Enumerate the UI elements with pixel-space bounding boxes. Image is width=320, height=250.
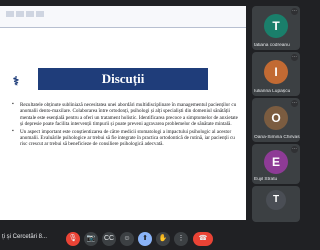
participant-name: Eujil Stratu bbox=[254, 177, 278, 182]
participants-panel: ⋯ T tatiana codreanu ⋯ I Iulianna Lupașc… bbox=[252, 0, 300, 228]
mic-off-button[interactable]: 🎙 bbox=[66, 232, 80, 246]
participant-tile[interactable]: ⋯ I Iulianna Lupașcu bbox=[252, 52, 300, 96]
participant-name: Oana-Simina Chirvas bbox=[254, 135, 300, 140]
slide: ⚕ Discuții Rezultatele obținute sublinia… bbox=[0, 6, 246, 220]
leave-call-button[interactable]: ☎ bbox=[193, 232, 213, 246]
mic-muted-icon: ⋯ bbox=[291, 8, 298, 15]
participant-name: tatiana codreanu bbox=[254, 43, 290, 48]
participant-tile[interactable]: T bbox=[252, 186, 300, 222]
university-logo-icon: ⚕ bbox=[12, 74, 20, 88]
meeting-title: ți și Cercetări 8... bbox=[2, 234, 48, 240]
raise-hand-button[interactable]: ✋ bbox=[156, 232, 170, 246]
participant-tile[interactable]: ⋯ E Eujil Stratu bbox=[252, 144, 300, 184]
mic-muted-icon: ⋯ bbox=[291, 54, 298, 61]
avatar: O bbox=[264, 106, 288, 130]
meet-window: ⚕ Discuții Rezultatele obținute sublinia… bbox=[0, 0, 300, 250]
slide-body: Rezultatele obținute subliniază necesita… bbox=[12, 102, 238, 149]
emoji-button[interactable]: ☺ bbox=[120, 232, 134, 246]
slide-heading: Discuții bbox=[38, 68, 208, 90]
participant-tile[interactable]: ⋯ O Oana-Simina Chirvas bbox=[252, 98, 300, 142]
avatar: T bbox=[264, 14, 288, 38]
avatar: E bbox=[264, 150, 288, 174]
camera-button[interactable]: 📷 bbox=[84, 232, 98, 246]
participant-tile[interactable]: ⋯ T tatiana codreanu bbox=[252, 6, 300, 50]
captions-button[interactable]: CC bbox=[102, 232, 116, 246]
avatar: T bbox=[266, 190, 286, 210]
mic-muted-icon: ⋯ bbox=[291, 146, 298, 153]
presentation-stage: ⚕ Discuții Rezultatele obținute sublinia… bbox=[0, 0, 252, 228]
more-options-button[interactable]: ⋮ bbox=[174, 232, 188, 246]
slide-bullet: Rezultatele obținute subliniază necesita… bbox=[12, 102, 238, 128]
avatar: I bbox=[264, 60, 288, 84]
present-button[interactable]: ⬆ bbox=[138, 232, 152, 246]
slide-toolbar bbox=[0, 6, 246, 28]
mic-muted-icon: ⋯ bbox=[291, 100, 298, 107]
slide-bullet: Un aspect important este conștientizarea… bbox=[12, 129, 238, 148]
control-bar: ți și Cercetări 8... 🎙 📷 CC ☺ ⬆ ✋ ⋮ ☎ bbox=[0, 228, 300, 250]
toolbar-icons bbox=[6, 11, 44, 21]
participant-name: Iulianna Lupașcu bbox=[254, 89, 291, 94]
